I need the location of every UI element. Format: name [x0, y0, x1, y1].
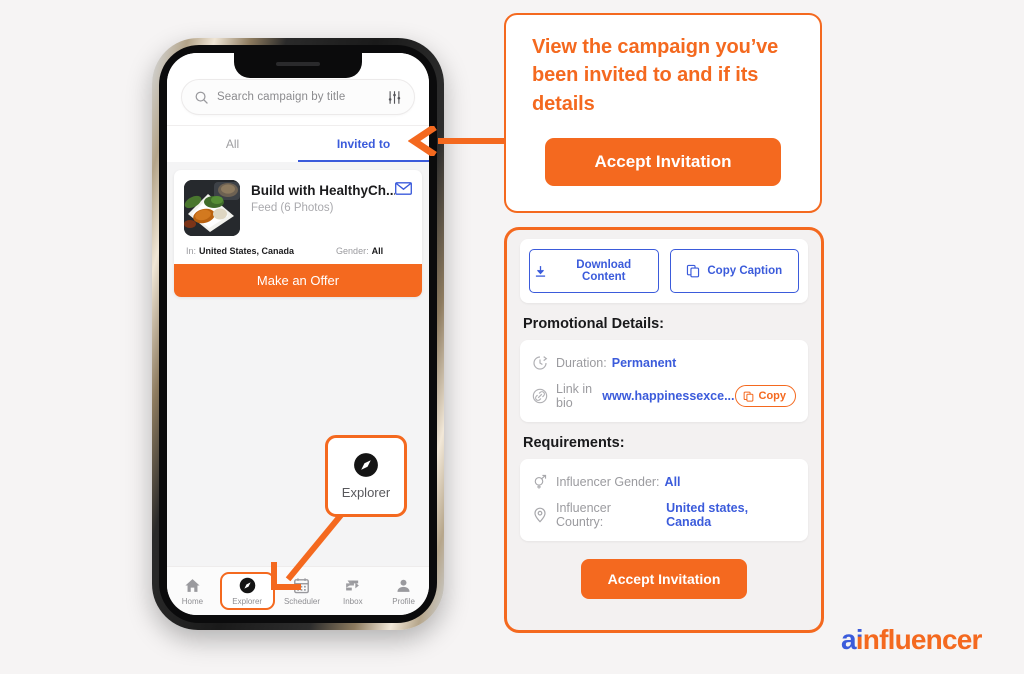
campaign-gender-value: All	[371, 246, 384, 256]
campaign-card[interactable]: Build with HealthyCh... Feed (6 Photos) …	[174, 170, 422, 297]
campaign-subtitle: Feed (6 Photos)	[251, 202, 334, 214]
copy-link-label: Copy	[758, 390, 787, 402]
campaign-tabs: All Invited to	[167, 125, 429, 162]
campaign-detail-panel: Download Content Copy Caption Promotiona…	[504, 227, 824, 633]
location-pin-icon	[532, 507, 548, 523]
logo-letter-i: i	[855, 624, 864, 655]
copy-icon	[743, 391, 754, 402]
promotional-details-card: Duration: Permanent Link in bio www.happ…	[520, 340, 808, 422]
campaign-text-block: Build with HealthyCh... Feed (6 Photos)	[251, 180, 395, 214]
accept-invitation-button-top[interactable]: Accept Invitation	[545, 138, 781, 187]
nav-item-profile[interactable]: Profile	[378, 577, 429, 606]
copy-icon	[686, 264, 700, 278]
campaign-meta: In: United States, Canada Gender: All	[174, 240, 422, 264]
gender-symbol-icon	[532, 474, 548, 490]
arrow-tip-to-phone	[408, 126, 504, 156]
link-chain-icon	[532, 388, 548, 404]
nav-label-home: Home	[181, 596, 204, 606]
link-in-bio-row: Link in bio www.happinessexce... Copy	[532, 382, 796, 410]
content-actions-card: Download Content Copy Caption	[520, 239, 808, 303]
campaign-location-label: In:	[186, 246, 197, 256]
duration-value: Permanent	[611, 356, 677, 370]
campaign-gender-label: Gender:	[336, 246, 369, 256]
compass-icon	[239, 577, 256, 594]
campaign-title: Build with HealthyCh...	[251, 183, 395, 198]
download-content-label: Download Content	[576, 259, 632, 283]
duration-row: Duration: Permanent	[532, 351, 796, 375]
influencer-country-row: Influencer Country: United states, Canad…	[532, 501, 796, 529]
nav-item-home[interactable]: Home	[167, 577, 218, 606]
make-an-offer-button[interactable]: Make an Offer	[174, 264, 422, 297]
download-content-button[interactable]: Download Content	[529, 249, 659, 293]
influencer-country-label: Influencer Country:	[556, 501, 611, 529]
campaign-card-header: Build with HealthyCh... Feed (6 Photos)	[174, 170, 422, 240]
promotional-details-heading: Promotional Details:	[523, 316, 664, 332]
explorer-callout: Explorer	[325, 435, 407, 517]
tip-card-text: View the campaign you’ve been invited to…	[532, 36, 779, 115]
influencer-gender-label: Influencer Gender:	[556, 475, 660, 489]
clock-arrow-icon	[532, 355, 548, 371]
compass-icon	[353, 452, 379, 478]
copy-caption-label: Copy Caption	[707, 265, 783, 277]
phone-earpiece-speaker	[276, 62, 320, 66]
copy-caption-button[interactable]: Copy Caption	[669, 249, 799, 293]
arrow-callout-to-nav	[271, 504, 351, 590]
explorer-callout-label: Explorer	[341, 485, 391, 500]
copy-link-button[interactable]: Copy	[734, 385, 796, 407]
campaign-thumbnail	[184, 180, 240, 236]
home-icon	[184, 577, 201, 594]
link-in-bio-label: Link in bio	[556, 382, 593, 410]
tip-card: View the campaign you’ve been invited to…	[504, 13, 822, 213]
influencer-country-value: United states, Canada	[666, 501, 749, 529]
nav-label-profile: Profile	[392, 596, 415, 606]
search-placeholder-text: Search campaign by title	[217, 91, 346, 103]
search-icon	[194, 90, 209, 105]
requirements-card: Influencer Gender: All Influencer Countr…	[520, 459, 808, 541]
campaign-location-value: United States, Canada	[199, 246, 295, 256]
logo-letter-a: a	[841, 624, 857, 655]
search-input[interactable]: Search campaign by title	[181, 79, 415, 115]
tab-all[interactable]: All	[167, 126, 298, 162]
nav-label-explorer: Explorer	[232, 597, 263, 606]
download-icon	[534, 265, 547, 278]
phone-mockup: Search campaign by title All Invited to	[152, 38, 444, 630]
filter-sliders-icon[interactable]	[387, 90, 402, 105]
accept-invitation-button-bottom[interactable]: Accept Invitation	[581, 559, 747, 599]
phone-notch	[234, 53, 362, 78]
logo-text-influencer: nfluencer	[862, 624, 983, 655]
influencer-gender-value: All	[664, 475, 681, 489]
duration-label: Duration:	[556, 356, 607, 370]
phone-screen: Search campaign by title All Invited to	[167, 53, 429, 615]
influencer-gender-row: Influencer Gender: All	[532, 470, 796, 494]
ainfluencer-logo: ainfluencer	[841, 624, 982, 656]
person-icon	[395, 577, 412, 594]
requirements-heading: Requirements:	[523, 435, 625, 451]
link-in-bio-value: www.happinessexce...	[602, 389, 735, 403]
envelope-icon[interactable]	[395, 180, 412, 195]
